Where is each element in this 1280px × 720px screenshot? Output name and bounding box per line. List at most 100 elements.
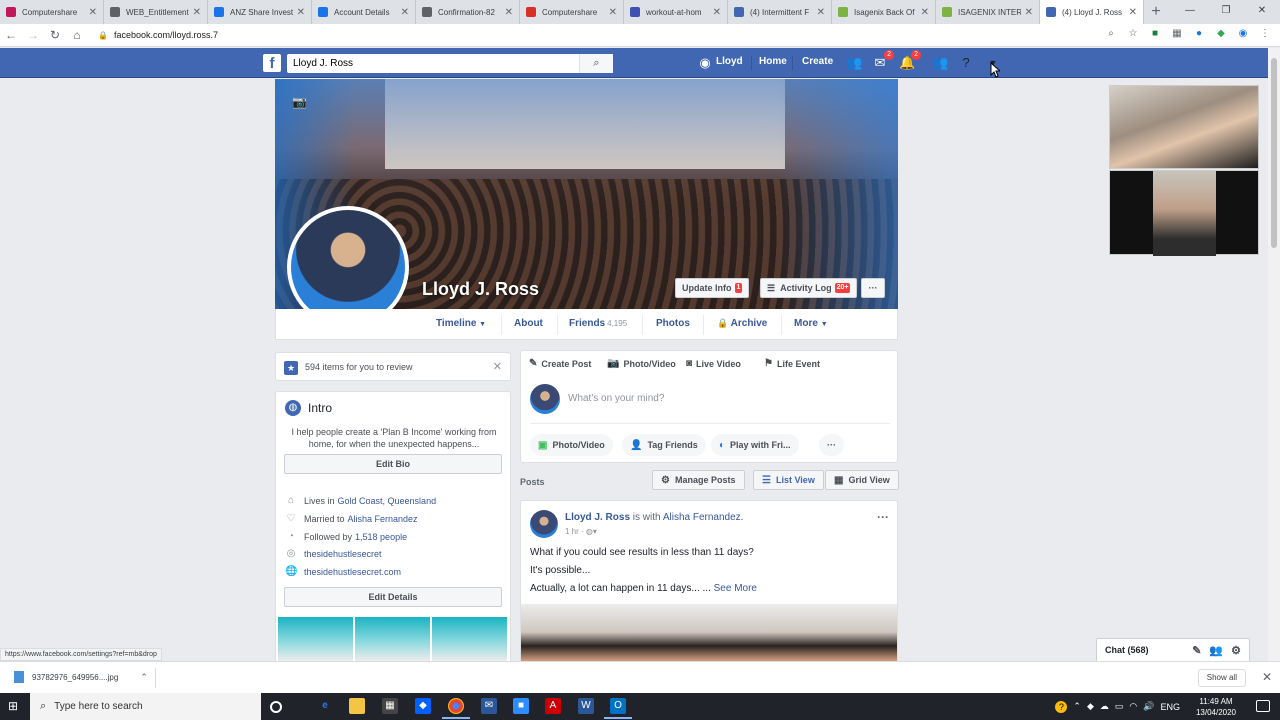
language-indicator[interactable]: ENG	[1160, 702, 1180, 712]
restore-icon[interactable]: ❐	[1208, 0, 1244, 24]
tab-close-icon[interactable]: ✕	[193, 7, 201, 18]
friend-requests-icon[interactable]: 👥	[846, 55, 862, 71]
user-avatar-icon[interactable]: ◉	[697, 55, 713, 71]
chrome-icon[interactable]	[442, 698, 470, 719]
tab-timeline[interactable]: Timeline ▼	[436, 318, 486, 329]
more-options-pill[interactable]: ···	[819, 434, 844, 456]
tab-close-icon[interactable]: ✕	[921, 7, 929, 18]
extension-icon[interactable]: ■	[1148, 27, 1162, 41]
help-icon[interactable]: ?	[958, 55, 974, 71]
photo-video-pill[interactable]: ▣ Photo/Video	[530, 434, 613, 456]
browser-tab[interactable]: Computershare ✕	[0, 0, 104, 24]
onedrive-icon[interactable]: ☁	[1100, 701, 1109, 712]
tab-close-icon[interactable]: ✕	[1129, 7, 1137, 18]
activity-log-button[interactable]: ☰ Activity Log 20+	[760, 278, 858, 298]
minimize-icon[interactable]: —	[1172, 0, 1208, 24]
privacy-globe-icon[interactable]: ◍▾	[586, 527, 597, 536]
married-to-link[interactable]: Alisha Fernandez	[348, 514, 418, 524]
edit-details-button[interactable]: Edit Details	[284, 587, 502, 607]
browser-tab[interactable]: (4) Intermittent F ✕	[728, 0, 832, 24]
grid-view-button[interactable]: ▦ Grid View	[825, 470, 899, 490]
browser-tab[interactable]: ANZ Share Invest ✕	[208, 0, 312, 24]
notifications-icon[interactable]: 🔔 2	[899, 50, 921, 71]
volume-icon[interactable]: 🔊	[1143, 701, 1154, 712]
browser-tab[interactable]: Computershare ✕	[520, 0, 624, 24]
zoom-icon[interactable]: ⌕	[1104, 27, 1118, 41]
photo-video-tab[interactable]: 📷 Photo/Video	[607, 358, 676, 369]
extension-icon[interactable]: ▦	[1170, 27, 1184, 41]
lives-in-link[interactable]: Gold Coast, Queensland	[338, 496, 437, 506]
featured-photo[interactable]	[278, 617, 353, 661]
browser-tab[interactable]: Confirmation-82 ✕	[416, 0, 520, 24]
tab-close-icon[interactable]: ✕	[817, 7, 825, 18]
download-item[interactable]: 93782976_649956....jpg ⌃	[14, 671, 148, 683]
url-field[interactable]: 🔒 facebook.com/lloyd.ross.7	[98, 30, 218, 40]
tag-friends-pill[interactable]: 👤 Tag Friends	[622, 434, 706, 456]
wifi-icon[interactable]: ◠	[1129, 701, 1137, 712]
home-icon[interactable]: ⌂	[66, 28, 88, 42]
tab-archive[interactable]: 🔒 Archive	[717, 318, 767, 329]
gear-icon[interactable]: ⚙	[1231, 644, 1241, 657]
windows-start-icon[interactable]: ⊞	[8, 699, 22, 713]
tab-friends[interactable]: Friends 4,195	[569, 318, 627, 329]
cortana-icon[interactable]	[270, 701, 282, 713]
store-icon[interactable]: ▦	[382, 698, 398, 714]
tab-close-icon[interactable]: ✕	[297, 7, 305, 18]
create-post-tab[interactable]: ✎ Create Post	[529, 358, 591, 369]
acrobat-icon[interactable]: A	[545, 698, 561, 714]
nav-profile-link[interactable]: Lloyd	[716, 56, 743, 67]
tab-about[interactable]: About	[514, 318, 543, 329]
tab-close-icon[interactable]: ✕	[609, 7, 617, 18]
taskbar-clock[interactable]: 11:49 AM 13/04/2020	[1186, 696, 1246, 718]
avatar[interactable]	[530, 510, 558, 538]
browser-tab[interactable]: Account Details ✕	[312, 0, 416, 24]
nav-home-link[interactable]: Home	[759, 56, 787, 67]
video-call-feed[interactable]	[1109, 170, 1259, 256]
close-window-icon[interactable]: ✕	[1244, 0, 1280, 24]
facebook-logo-icon[interactable]: f	[263, 54, 281, 72]
extension-icon[interactable]: ●	[1192, 27, 1206, 41]
zoom-app-icon[interactable]: ■	[513, 698, 529, 714]
messenger-icon[interactable]: ✉ 2	[872, 50, 894, 71]
reload-icon[interactable]: ↻	[44, 28, 66, 42]
chat-bar[interactable]: Chat (568) ✎ 👥 ⚙	[1096, 638, 1250, 661]
back-icon[interactable]: ←	[0, 28, 22, 42]
tab-photos[interactable]: Photos	[656, 318, 690, 329]
bookmark-star-icon[interactable]: ☆	[1126, 27, 1140, 41]
post-options-button[interactable]: ···	[877, 510, 889, 524]
scrollbar-thumb[interactable]	[1271, 58, 1277, 248]
help-icon[interactable]: ?	[1055, 700, 1068, 713]
tab-close-icon[interactable]: ✕	[1025, 7, 1033, 18]
tab-close-icon[interactable]: ✕	[713, 7, 721, 18]
dropbox-icon[interactable]: ◆	[415, 698, 431, 714]
browser-tab[interactable]: (4) Lloyd J. Ross ✕	[1040, 0, 1144, 24]
page-scrollbar[interactable]	[1268, 48, 1280, 661]
close-icon[interactable]: ✕	[1262, 670, 1272, 684]
mail-icon[interactable]: ✉	[481, 698, 497, 714]
search-icon[interactable]: ⌕	[579, 54, 613, 73]
tab-close-icon[interactable]: ✕	[401, 7, 409, 18]
nav-create-link[interactable]: Create	[802, 56, 833, 67]
life-event-tab[interactable]: ⚑ Life Event	[764, 358, 820, 369]
update-cover-camera-icon[interactable]: 📷	[292, 95, 310, 109]
play-with-friends-pill[interactable]: ◐ Play with Fri...	[711, 434, 799, 456]
browser-tab[interactable]: Isagenix Back Of ✕	[832, 0, 936, 24]
forward-icon[interactable]: →	[22, 28, 44, 42]
list-view-button[interactable]: ☰ List View	[753, 470, 824, 490]
close-icon[interactable]: ✕	[493, 360, 502, 373]
chevron-up-icon[interactable]: ⌃	[1073, 701, 1081, 712]
manage-posts-button[interactable]: ⚙ Manage Posts	[652, 470, 745, 490]
browser-tab[interactable]: ISAGENIX INTER ✕	[936, 0, 1040, 24]
review-items-card[interactable]: ★ 594 items for you to review ✕	[275, 352, 511, 381]
new-tab-button[interactable]: +	[1144, 0, 1168, 24]
file-explorer-icon[interactable]	[349, 698, 365, 714]
live-video-tab[interactable]: ◙ Live Video	[686, 358, 741, 369]
post-author-link[interactable]: Lloyd J. Ross	[565, 512, 630, 523]
instagram-link[interactable]: thesidehustlesecret	[304, 549, 382, 559]
browser-tab[interactable]: WEB_Entitlements ✕	[104, 0, 208, 24]
website-link[interactable]: thesidehustlesecret.com	[304, 567, 401, 577]
video-call-feed[interactable]	[1109, 85, 1259, 169]
new-message-icon[interactable]: ✎	[1192, 644, 1201, 657]
search-input[interactable]	[287, 54, 577, 73]
battery-icon[interactable]: ▭	[1115, 701, 1124, 712]
